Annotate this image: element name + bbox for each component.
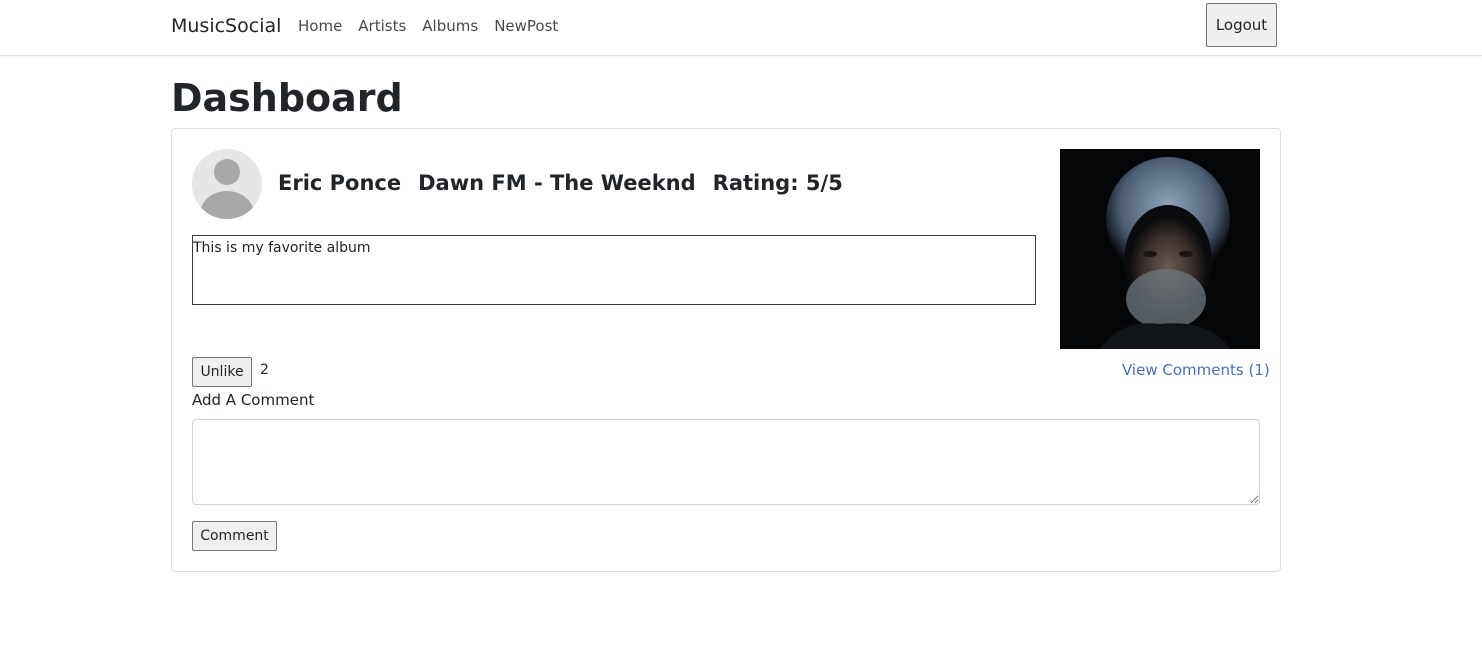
album-art-illustration — [1060, 149, 1260, 349]
unlike-button[interactable]: Unlike — [192, 357, 252, 387]
navbar: MusicSocial Home Artists Albums NewPost … — [0, 0, 1482, 56]
page-title: Dashboard — [171, 76, 403, 120]
view-comments-link[interactable]: View Comments (1) — [1122, 360, 1270, 380]
post-author: Eric Ponce — [278, 171, 402, 195]
comment-button[interactable]: Comment — [192, 521, 277, 551]
nav-link-newpost[interactable]: NewPost — [494, 16, 558, 36]
post-album: Dawn FM - The Weeknd — [418, 171, 696, 195]
avatar — [192, 149, 262, 219]
nav-link-artists[interactable]: Artists — [358, 16, 406, 36]
brand-link[interactable]: MusicSocial — [171, 14, 281, 38]
nav-links: Home Artists Albums NewPost — [298, 16, 574, 36]
post-text: This is my favorite album — [192, 235, 1036, 305]
nav-link-home[interactable]: Home — [298, 16, 342, 36]
album-art-image — [1060, 149, 1260, 349]
nav-link-albums[interactable]: Albums — [422, 16, 478, 36]
post-header: Eric Ponce Dawn FM - The Weeknd Rating: … — [278, 169, 860, 197]
avatar-body-shape — [200, 191, 254, 219]
post-rating: Rating: 5/5 — [712, 171, 843, 195]
add-comment-label: Add A Comment — [192, 391, 315, 409]
avatar-head-shape — [214, 159, 240, 185]
logout-button[interactable]: Logout — [1206, 3, 1277, 47]
comment-input[interactable] — [192, 419, 1260, 505]
like-count: 2 — [260, 362, 269, 378]
post-card: Eric Ponce Dawn FM - The Weeknd Rating: … — [171, 128, 1281, 572]
